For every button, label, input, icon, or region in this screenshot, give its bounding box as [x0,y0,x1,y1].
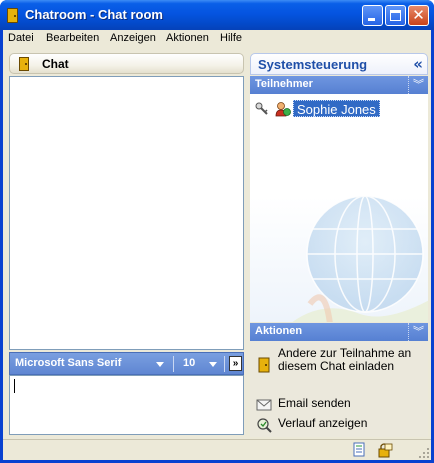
actions-pane-header: Aktionen ︾ [250,323,428,341]
menu-anzeigen[interactable]: Anzeigen [110,32,156,44]
format-toolbar: Microsoft Sans Serif 10 » [9,352,244,375]
chat-door-icon [19,57,29,71]
app-window: Chatroom - Chat room ✕ Datei Bearbeiten … [0,0,434,463]
actions-title: Aktionen [255,325,303,337]
font-select[interactable]: Microsoft Sans Serif [15,357,121,369]
action-invite[interactable]: Andere zur Teilnahme an diesem Chat einl… [250,347,428,387]
close-icon: ✕ [412,6,425,24]
window-title: Chatroom - Chat room [25,7,163,22]
chatroom-door-icon [7,8,18,23]
email-icon [256,399,272,411]
chat-log[interactable] [9,76,244,350]
window-client-area: Datei Bearbeiten Anzeigen Aktionen Hilfe… [3,30,431,460]
history-icon [257,418,272,433]
door-icon [258,357,270,373]
collapse-participants-icon[interactable]: ︾ [408,76,428,94]
menu-aktionen[interactable]: Aktionen [166,32,209,44]
action-invite-label[interactable]: Andere zur Teilnahme an diesem Chat einl… [278,347,426,373]
title-bar[interactable]: Chatroom - Chat room ✕ [0,0,434,30]
participant-name[interactable]: Sophie Jones [293,100,380,117]
text-caret [14,379,15,393]
system-panel-title: Systemsteuerung [258,57,368,72]
key-icon [255,102,268,115]
menu-bearbeiten[interactable]: Bearbeiten [46,32,99,44]
chat-header-label: Chat [42,57,69,71]
system-panel-header: Systemsteuerung « [250,53,428,75]
action-email-label[interactable]: Email senden [278,397,426,410]
font-size-select[interactable]: 10 [183,357,195,369]
participants-title: Teilnehmer [255,78,313,90]
action-history[interactable]: Verlauf anzeigen [250,417,428,433]
collapse-actions-icon[interactable]: ︾ [408,323,428,341]
menu-datei[interactable]: Datei [8,32,34,44]
participant-row[interactable]: Sophie Jones [255,100,425,118]
participants-list: Sophie Jones [250,94,428,322]
collapse-panel-icon[interactable]: « [413,55,423,73]
message-input[interactable] [9,375,244,435]
status-bar [3,439,431,460]
lock-icon[interactable] [377,442,393,458]
globe-watermark-icon [292,195,428,322]
resize-grip-icon[interactable] [418,447,430,459]
toolbar-separator [224,356,225,372]
font-dropdown-arrow-icon[interactable] [156,362,164,367]
menu-bar: Datei Bearbeiten Anzeigen Aktionen Hilfe [3,30,431,48]
participants-pane-header: Teilnehmer ︾ [250,76,428,94]
maximize-button[interactable] [385,5,406,26]
toolbar-separator [173,356,174,372]
actions-list: Andere zur Teilnahme an diesem Chat einl… [250,341,428,437]
menu-hilfe[interactable]: Hilfe [220,32,242,44]
action-email[interactable]: Email senden [250,397,428,413]
size-dropdown-arrow-icon[interactable] [209,362,217,367]
toolbar-more-button[interactable]: » [229,356,242,371]
chat-header: Chat [9,53,244,74]
user-icon [275,102,291,117]
minimize-button[interactable] [362,5,383,26]
document-list-icon[interactable] [351,442,367,458]
action-history-label[interactable]: Verlauf anzeigen [278,417,426,430]
maximize-icon [390,10,401,21]
close-button[interactable]: ✕ [408,5,429,26]
minimize-icon [368,18,375,21]
